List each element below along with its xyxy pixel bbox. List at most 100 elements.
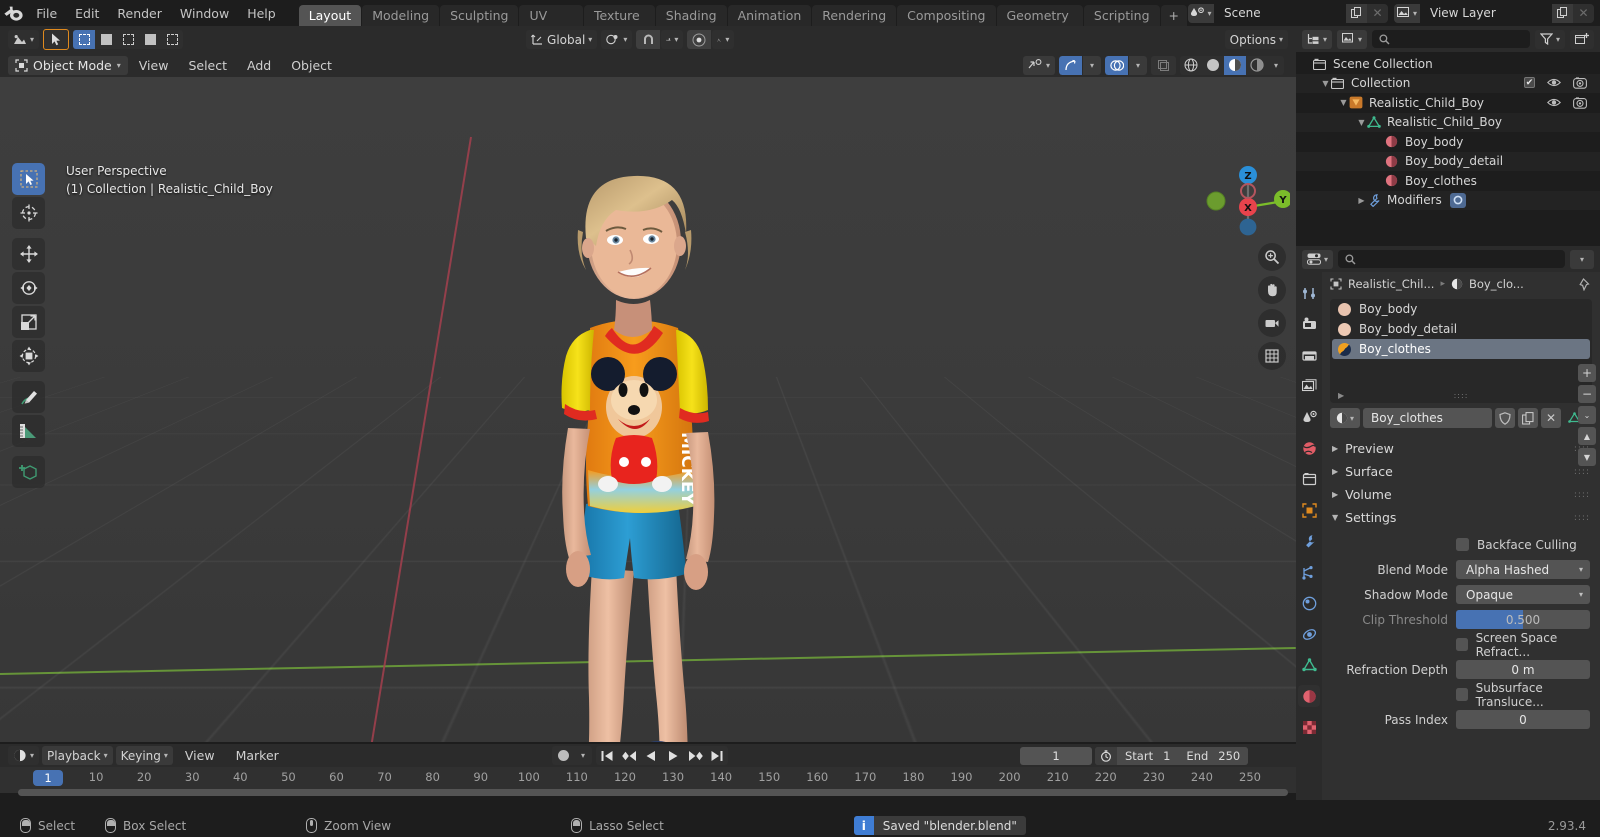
outliner-search-input[interactable] <box>1372 30 1530 48</box>
move-slot-up-button[interactable]: ▲ <box>1578 427 1596 445</box>
menu-edit[interactable]: Edit <box>66 3 108 24</box>
next-keyframe-icon[interactable] <box>684 746 706 765</box>
pass-index-field[interactable]: 0 <box>1456 710 1590 729</box>
shading-dropdown[interactable]: ▾ <box>1268 56 1284 75</box>
timeline-menu-view[interactable]: View <box>176 746 224 765</box>
material-slot-list[interactable]: Boy_body Boy_body_detail Boy_clothes ▶ :… <box>1330 299 1592 403</box>
material-slot-row-selected[interactable]: Boy_clothes <box>1332 339 1590 359</box>
select-subtract-icon[interactable] <box>117 30 139 49</box>
character-model[interactable]: MICKEY <box>520 132 780 742</box>
outliner-row-scene-collection[interactable]: Scene Collection <box>1296 54 1600 74</box>
cursor-tool-button[interactable] <box>12 197 45 229</box>
annotate-tool-button[interactable] <box>12 381 45 413</box>
auto-keying-dropdown[interactable]: ▾ <box>574 746 592 765</box>
active-tool-indicator[interactable] <box>43 29 70 50</box>
shading-material-preview-icon[interactable] <box>1224 55 1246 75</box>
tab-rendering[interactable]: Rendering <box>812 5 897 26</box>
viewport-menu-select[interactable]: Select <box>179 56 236 75</box>
clip-threshold-slider[interactable]: 0.500 <box>1456 610 1590 629</box>
properties-tab-collection[interactable] <box>1298 468 1320 490</box>
material-slot-row[interactable]: Boy_body_detail <box>1330 319 1592 339</box>
gizmo-group[interactable]: ▾ <box>1059 55 1101 75</box>
gizmo-dropdown[interactable]: ▾ <box>1083 55 1101 75</box>
select-invert-icon[interactable] <box>139 30 161 49</box>
refraction-depth-field[interactable]: 0 m <box>1456 660 1590 679</box>
hide-in-viewport-icon[interactable] <box>1547 97 1561 109</box>
measure-tool-button[interactable] <box>12 415 45 447</box>
pivot-point-dropdown[interactable]: ▾ <box>601 30 633 49</box>
properties-tab-output[interactable] <box>1298 344 1320 366</box>
properties-tab-constraints[interactable] <box>1298 623 1320 645</box>
tab-layout[interactable]: Layout <box>298 5 362 26</box>
camera-icon[interactable] <box>1258 309 1286 337</box>
disable-in-render-icon[interactable] <box>1573 77 1587 90</box>
properties-tab-texture[interactable] <box>1298 716 1320 738</box>
shadow-mode-dropdown[interactable]: Opaque ▾ <box>1456 585 1590 604</box>
material-browse-icon[interactable]: ▾ <box>1330 408 1360 428</box>
snap-group[interactable]: ▾ <box>636 30 684 49</box>
viewport-menu-add[interactable]: Add <box>238 56 280 75</box>
panel-volume[interactable]: ▶ Volume :::: <box>1322 483 1600 506</box>
blender-logo-icon[interactable] <box>0 0 27 26</box>
jump-end-icon[interactable] <box>706 746 728 765</box>
tab-modeling[interactable]: Modeling <box>362 5 440 26</box>
disclosure-triangle[interactable]: ▶ <box>1356 196 1367 205</box>
panel-settings[interactable]: ▼ Settings :::: <box>1322 506 1600 529</box>
outliner-row-boy-body-detail[interactable]: Boy_body_detail <box>1296 151 1600 171</box>
zoom-icon[interactable] <box>1258 243 1286 271</box>
auto-keying-group[interactable]: ▾ <box>552 746 592 765</box>
view-layer-selector[interactable]: ▾ View Layer ✕ <box>1394 3 1594 23</box>
properties-tab-tool[interactable] <box>1298 282 1320 304</box>
transform-tool-button[interactable] <box>12 340 45 372</box>
breadcrumb-object-label[interactable]: Realistic_Chil... <box>1348 277 1434 291</box>
tab-animation[interactable]: Animation <box>727 5 812 26</box>
properties-tab-physics[interactable] <box>1298 592 1320 614</box>
status-report[interactable]: i Saved "blender.blend" <box>853 816 1026 835</box>
timeline-scrollbar[interactable] <box>18 789 1288 796</box>
properties-options-dropdown[interactable]: ▾ <box>1570 249 1594 269</box>
timeline-playhead[interactable]: 1 <box>33 770 63 786</box>
rotate-tool-button[interactable] <box>12 272 45 304</box>
tab-scripting[interactable]: Scripting <box>1083 5 1160 26</box>
navigation-gizmo[interactable]: Z X Y <box>1200 157 1290 247</box>
mode-dropdown[interactable]: Object Mode ▾ <box>8 55 128 75</box>
timeline-menu-marker[interactable]: Marker <box>227 746 288 765</box>
add-workspace-button[interactable]: + <box>1160 5 1187 26</box>
menu-file[interactable]: File <box>27 3 66 24</box>
unlink-scene-button[interactable]: ✕ <box>1367 3 1388 23</box>
menu-help[interactable]: Help <box>238 3 285 24</box>
unlink-material-icon[interactable]: ✕ <box>1541 408 1561 428</box>
new-collection-icon[interactable] <box>1570 29 1594 49</box>
outliner-row-realistic-child-boy[interactable]: ▼ Realistic_Child_Boy <box>1296 112 1600 132</box>
move-slot-down-button[interactable]: ▼ <box>1578 448 1596 466</box>
panel-grip[interactable]: :::: <box>1574 467 1590 477</box>
shading-wireframe-icon[interactable] <box>1180 56 1202 75</box>
material-slot-row[interactable]: Boy_body <box>1330 299 1592 319</box>
scale-tool-button[interactable] <box>12 306 45 338</box>
playback-controls[interactable] <box>596 746 728 765</box>
add-material-slot-button[interactable]: + <box>1578 364 1596 382</box>
outliner-row-boy-clothes[interactable]: Boy_clothes <box>1296 171 1600 191</box>
tweak-tool-button[interactable] <box>12 163 45 195</box>
viewport-menu-object[interactable]: Object <box>282 56 341 75</box>
properties-tab-render[interactable] <box>1298 313 1320 335</box>
grid-ortho-icon[interactable] <box>1258 342 1286 370</box>
properties-search-input[interactable] <box>1338 250 1565 268</box>
outliner-display-icon[interactable]: ▾ <box>1302 29 1333 49</box>
view-layer-name[interactable]: View Layer <box>1420 3 1552 23</box>
hide-in-viewport-icon[interactable] <box>1547 77 1561 89</box>
move-tool-button[interactable] <box>12 238 45 270</box>
timeline-editor-icon[interactable]: ▾ <box>8 746 40 765</box>
properties-tab-world[interactable] <box>1298 437 1320 459</box>
shading-solid-icon[interactable] <box>1202 56 1224 75</box>
panel-preview[interactable]: ▶ Preview :::: <box>1322 437 1600 460</box>
current-frame-field[interactable]: 1 <box>1020 746 1092 765</box>
shield-icon[interactable] <box>1495 408 1515 428</box>
tab-uv-editing[interactable]: UV Editing <box>519 5 583 44</box>
snap-target-dropdown[interactable]: ▾ <box>661 30 684 49</box>
proportional-edit-group[interactable]: ▾ <box>687 30 735 49</box>
editor-type-icon[interactable]: ▾ <box>8 30 40 49</box>
end-frame-field[interactable]: End 250 <box>1178 746 1249 765</box>
screen-space-refraction-checkbox[interactable] <box>1456 638 1468 651</box>
disclosure-triangle[interactable]: ▼ <box>1338 98 1349 107</box>
